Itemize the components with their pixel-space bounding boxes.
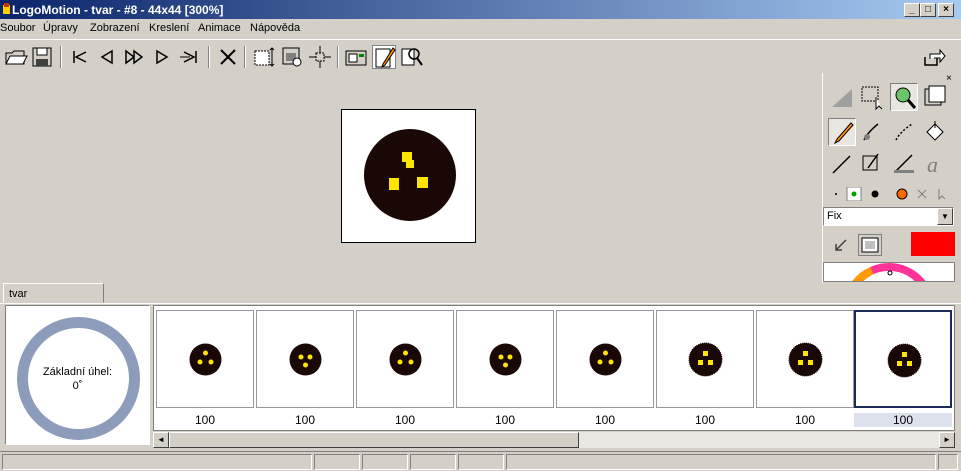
toolbar-separator	[337, 46, 339, 68]
status-panel	[458, 454, 504, 470]
magnifier-icon[interactable]	[890, 83, 918, 111]
status-bar	[0, 451, 961, 471]
frame-thumbnail[interactable]	[356, 310, 454, 408]
draw-mode-value: Fix	[827, 210, 842, 222]
chevron-down-icon[interactable]: ▼	[937, 208, 953, 225]
frame-thumbnail[interactable]	[156, 310, 254, 408]
close-button[interactable]: ×	[938, 3, 954, 17]
frame-shape	[489, 343, 522, 376]
zoom-tool-icon[interactable]	[400, 45, 424, 69]
last-frame-icon[interactable]	[178, 45, 202, 69]
tab-strip	[0, 283, 961, 303]
drawing-canvas[interactable]	[341, 109, 476, 243]
toolbar-separator	[60, 46, 62, 68]
delete-frame-icon[interactable]	[216, 45, 240, 69]
fill-bucket-icon[interactable]	[921, 118, 949, 146]
toolbar-separator	[208, 46, 210, 68]
move-icon[interactable]	[308, 45, 332, 69]
frame-shape	[289, 343, 322, 376]
window-title: LogoMotion - tvar - #8 - 44x44 [300%]	[12, 3, 224, 17]
first-frame-icon[interactable]	[68, 45, 92, 69]
menu-bar: Soubor Úpravy Zobrazení Kreslení Animace…	[0, 19, 961, 38]
frame-delay-selected[interactable]: 100	[854, 413, 952, 427]
status-panel	[506, 454, 936, 470]
frame-delay[interactable]: 100	[356, 413, 454, 427]
minimize-button[interactable]: _	[904, 3, 920, 17]
menu-upravy[interactable]: Úpravy	[43, 22, 78, 34]
frame-thumbnail[interactable]	[256, 310, 354, 408]
outline-icon[interactable]	[890, 150, 918, 178]
pattern-icon[interactable]	[858, 234, 882, 256]
status-panel	[362, 454, 408, 470]
frame-thumbnail[interactable]	[756, 310, 854, 408]
frame-properties-icon[interactable]	[280, 45, 304, 69]
frame-thumbnail[interactable]	[556, 310, 654, 408]
preview-icon[interactable]	[344, 45, 368, 69]
toolbar-separator	[244, 46, 246, 68]
title-bar: LogoMotion - tvar - #8 - 44x44 [300%] _ …	[0, 0, 961, 19]
frame-size-icon[interactable]	[252, 45, 276, 69]
next-frame-icon[interactable]	[150, 45, 174, 69]
frame-shape	[788, 342, 823, 377]
scroll-left-button[interactable]: ◄	[153, 432, 169, 448]
draw-mode-select[interactable]: Fix ▼	[823, 207, 954, 226]
active-color-swatch[interactable]	[911, 232, 955, 256]
status-panel	[410, 454, 456, 470]
frame-thumbnail-selected[interactable]	[854, 310, 952, 408]
exit-icon[interactable]	[922, 45, 946, 69]
color-wheel[interactable]	[823, 262, 955, 282]
frame-delay[interactable]: 100	[256, 413, 354, 427]
canvas-shape	[364, 129, 456, 221]
frame-shape	[189, 343, 222, 376]
frame-delay[interactable]: 100	[156, 413, 254, 427]
horizontal-scrollbar[interactable]: ◄ ►	[153, 432, 955, 448]
status-panel	[314, 454, 360, 470]
copy-frame-icon[interactable]	[921, 83, 949, 111]
tab-tvar[interactable]: tvar	[3, 283, 104, 303]
draw-mode-icon[interactable]	[372, 45, 396, 69]
pencil-icon[interactable]	[828, 118, 856, 146]
menu-zobrazeni[interactable]: Zobrazení	[90, 22, 140, 34]
frame-shape	[688, 342, 723, 377]
frames-strip: 100 100 100 100 100 100 100 100	[153, 305, 955, 431]
maximize-button[interactable]: □	[920, 3, 936, 17]
frame-thumbnail[interactable]	[456, 310, 554, 408]
select-tool-icon[interactable]	[858, 83, 886, 111]
toolbar	[0, 39, 961, 73]
svg-text:a: a	[927, 152, 938, 177]
base-angle-label: Základní úhel:	[42, 366, 113, 378]
fill-gradient-icon[interactable]	[828, 83, 856, 111]
frame-delay[interactable]: 100	[756, 413, 854, 427]
frame-shape	[589, 343, 622, 376]
menu-napoveda[interactable]: Nápověda	[250, 22, 300, 34]
play-icon[interactable]	[122, 45, 146, 69]
menu-animace[interactable]: Animace	[198, 22, 241, 34]
line-tool-icon[interactable]	[828, 150, 856, 178]
frame-delay[interactable]: 100	[456, 413, 554, 427]
frame-shape	[887, 343, 922, 378]
airbrush-icon[interactable]	[890, 118, 918, 146]
open-icon[interactable]	[4, 45, 28, 69]
scroll-thumb[interactable]	[169, 432, 579, 448]
eraser-icon[interactable]	[858, 150, 886, 178]
base-angle-value: 0˚	[72, 380, 83, 392]
menu-kresleni[interactable]: Kreslení	[149, 22, 189, 34]
scroll-right-button[interactable]: ►	[939, 432, 955, 448]
size-grip[interactable]	[938, 454, 958, 470]
text-tool-icon[interactable]: a	[921, 150, 949, 178]
tab-label: tvar	[9, 288, 28, 300]
brush-icon[interactable]	[858, 118, 886, 146]
brush-size-row	[832, 186, 957, 202]
frame-thumbnail[interactable]	[656, 310, 754, 408]
undo-icon[interactable]	[830, 234, 852, 256]
frame-delay[interactable]: 100	[556, 413, 654, 427]
base-angle-dial[interactable]: Základní úhel: 0˚	[5, 305, 150, 445]
frame-delay[interactable]: 100	[656, 413, 754, 427]
menu-soubor[interactable]: Soubor	[0, 22, 35, 34]
previous-frame-icon[interactable]	[95, 45, 119, 69]
status-panel	[2, 454, 312, 470]
frame-shape	[389, 343, 422, 376]
save-icon[interactable]	[30, 45, 54, 69]
